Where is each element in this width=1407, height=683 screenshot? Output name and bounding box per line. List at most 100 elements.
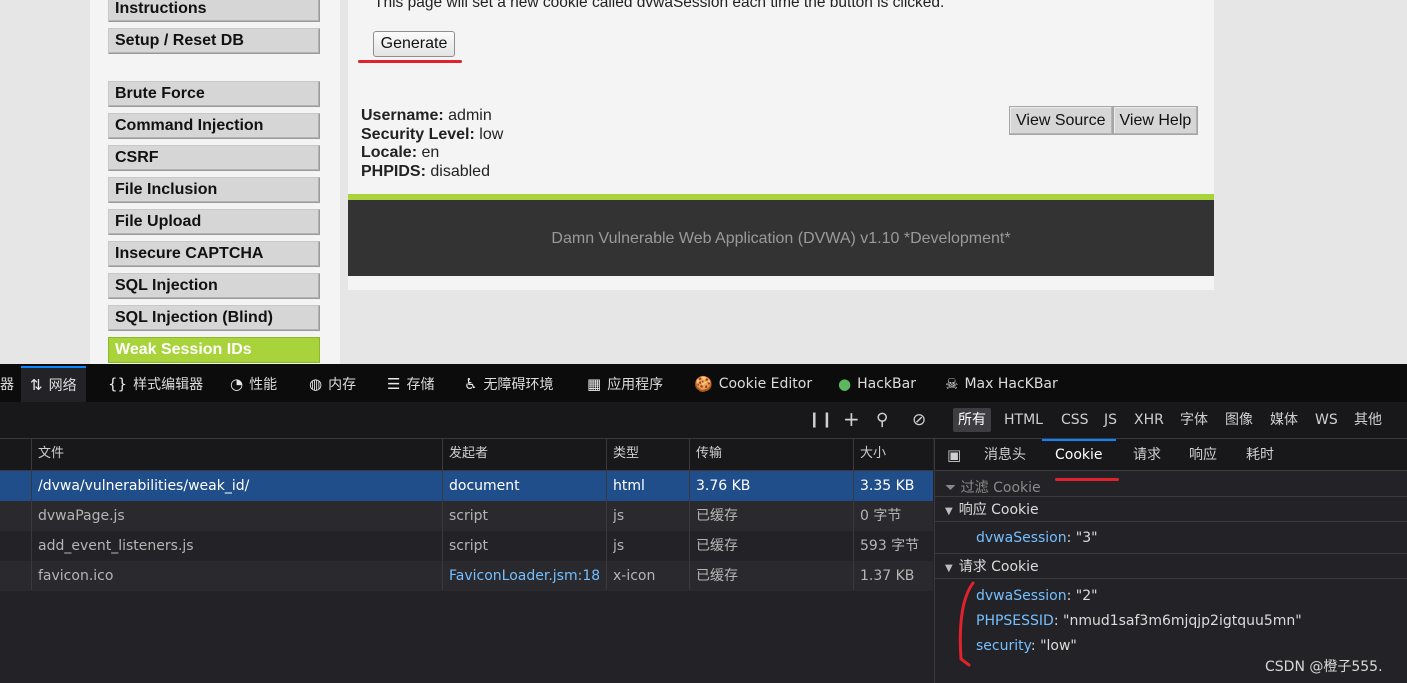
phpids-value: disabled <box>430 162 490 180</box>
filter-media[interactable]: 媒体 <box>1265 408 1303 432</box>
toggle-sidebar-icon[interactable]: ▣ <box>943 439 965 471</box>
cookie-filter-input[interactable]: ⏷ 过滤 Cookie <box>945 477 1041 497</box>
column-divider <box>442 439 443 590</box>
menu-item-command-injection[interactable]: Command Injection <box>108 113 320 139</box>
tab-performance[interactable]: ◔ 性能 <box>230 366 277 402</box>
storage-icon: ☰ <box>387 375 401 393</box>
response-cookie-section[interactable]: ▼ 响应 Cookie <box>935 496 1407 522</box>
locale-row: Locale: en <box>361 144 440 161</box>
skull-icon: ☠ <box>945 375 959 393</box>
filter-all[interactable]: 所有 <box>953 408 991 432</box>
table-row[interactable]: dvwaPage.js script js 已缓存 0 字节 <box>0 501 933 531</box>
menu-item-insecure-captcha[interactable]: Insecure CAPTCHA <box>108 241 320 267</box>
column-type[interactable]: 类型 <box>613 439 639 469</box>
column-divider <box>31 439 32 590</box>
column-divider <box>853 439 854 590</box>
tab-headers[interactable]: 消息头 <box>980 439 1030 471</box>
generate-button[interactable]: Generate <box>373 31 455 57</box>
column-transfer[interactable]: 传输 <box>696 439 722 469</box>
menu-item-sql-injection[interactable]: SQL Injection <box>108 273 320 299</box>
filter-html[interactable]: HTML <box>999 408 1048 432</box>
filter-ws[interactable]: WS <box>1310 408 1343 432</box>
security-row: Security Level: low <box>361 125 504 143</box>
dvwa-page: Instructions Setup / Reset DB Brute Forc… <box>0 0 1407 364</box>
grid-icon: ▦ <box>587 375 602 393</box>
column-divider <box>606 439 607 590</box>
tab-network[interactable]: ⇅ 网络 <box>21 366 86 402</box>
footer-text: Damn Vulnerable Web Application (DVWA) v… <box>551 230 1011 247</box>
table-row[interactable]: /dvwa/vulnerabilities/weak_id/ document … <box>0 471 933 501</box>
username-row: Username: admin <box>361 107 492 124</box>
column-divider <box>689 439 690 590</box>
clear-icon[interactable]: ⊘ <box>912 410 926 430</box>
table-header: 文件 发起者 类型 传输 大小 <box>0 439 933 471</box>
braces-icon: {} <box>108 375 128 393</box>
expand-triangle-icon: ▼ <box>945 563 953 574</box>
menu-item-setup-reset-db[interactable]: Setup / Reset DB <box>108 28 320 54</box>
table-row[interactable]: favicon.ico FaviconLoader.jsm:18... x-ic… <box>0 561 933 591</box>
search-icon[interactable]: ⚲ <box>876 410 888 430</box>
filter-funnel-icon: ⏷ <box>945 480 957 496</box>
initiator-link[interactable]: FaviconLoader.jsm:18... <box>449 561 599 591</box>
tab-request[interactable]: 请求 <box>1129 439 1165 471</box>
menu-item-brute-force[interactable]: Brute Force <box>108 81 320 107</box>
tab-hackbar[interactable]: ● HackBar <box>838 366 916 402</box>
filter-image[interactable]: 图像 <box>1220 408 1258 432</box>
tab-style-editor[interactable]: {} 样式编辑器 <box>108 366 203 402</box>
table-row[interactable]: add_event_listeners.js script js 已缓存 593… <box>0 531 933 561</box>
tab-accessibility[interactable]: ♿ 无障碍环境 <box>464 366 553 402</box>
hackbar-logo-icon: ● <box>838 375 852 393</box>
tab-cookie-editor[interactable]: 🍪 Cookie Editor <box>694 366 812 402</box>
tab-memory[interactable]: ◍ 内存 <box>309 366 356 402</box>
locale-value: en <box>421 144 440 161</box>
column-file[interactable]: 文件 <box>38 439 64 469</box>
tab-max-hackbar[interactable]: ☠ Max HacKBar <box>945 366 1058 402</box>
tab-cookie[interactable]: Cookie <box>1042 439 1116 471</box>
pause-icon[interactable]: ❙❙ <box>808 410 833 428</box>
column-initiator[interactable]: 发起者 <box>449 439 488 469</box>
gauge-icon: ◔ <box>230 375 244 393</box>
filter-xhr[interactable]: XHR <box>1129 408 1169 432</box>
filter-js[interactable]: JS <box>1099 408 1122 432</box>
devtools-tabbar: 器 ⇅ 网络 {} 样式编辑器 ◔ 性能 ◍ 内存 ☰ 存储 ♿ 无障碍环境 ▦ 应用程序 🍪… <box>0 366 1407 402</box>
user-info: Username: admin Security Level: low Loca… <box>361 107 503 181</box>
filter-css[interactable]: CSS <box>1056 408 1094 432</box>
view-help-button[interactable]: View Help <box>1112 106 1199 135</box>
tab-response[interactable]: 响应 <box>1185 439 1221 471</box>
details-tabbar: ▣ 消息头 Cookie 请求 响应 耗时 <box>935 439 1407 471</box>
menu-item-weak-session-ids[interactable]: Weak Session IDs <box>108 337 320 363</box>
menu-item-file-upload[interactable]: File Upload <box>108 209 320 235</box>
main-content: This page will set a new cookie called d… <box>348 0 1214 290</box>
cookie-entry[interactable]: security: "low" <box>976 636 1077 656</box>
details-sidebar: ▣ 消息头 Cookie 请求 响应 耗时 ⏷ 过滤 Cookie ▼ 响应 Co… <box>934 439 1407 683</box>
annotation-bracket <box>958 581 975 667</box>
tab-inspector[interactable]: 器 <box>0 366 14 402</box>
annotation-underline <box>358 60 462 63</box>
cookie-entry[interactable]: PHPSESSID: "nmud1saf3m6mjqjp2igtquu5mn" <box>976 611 1302 631</box>
filter-font[interactable]: 字体 <box>1175 408 1213 432</box>
username-value: admin <box>448 107 492 124</box>
intro-text: This page will set a new cookie called d… <box>374 0 945 11</box>
filter-other[interactable]: 其他 <box>1349 408 1387 432</box>
tab-application[interactable]: ▦ 应用程序 <box>587 366 663 402</box>
menu-item-csrf[interactable]: CSRF <box>108 145 320 171</box>
annotation-underline <box>1055 478 1119 481</box>
menu-item-instructions[interactable]: Instructions <box>108 0 320 22</box>
network-arrows-icon: ⇅ <box>30 376 43 394</box>
footer: Damn Vulnerable Web Application (DVWA) v… <box>348 194 1214 276</box>
devtools-panel: 器 ⇅ 网络 {} 样式编辑器 ◔ 性能 ◍ 内存 ☰ 存储 ♿ 无障碍环境 ▦ 应用程序 🍪… <box>0 364 1407 683</box>
menu-item-sql-injection-blind[interactable]: SQL Injection (Blind) <box>108 305 320 331</box>
phpids-row: PHPIDS: disabled <box>361 162 490 180</box>
request-cookie-section[interactable]: ▼ 请求 Cookie <box>935 553 1407 579</box>
expand-triangle-icon: ▼ <box>945 506 953 517</box>
cookie-entry[interactable]: dvwaSession: "2" <box>976 586 1098 606</box>
plus-icon[interactable]: + <box>843 407 860 431</box>
column-size[interactable]: 大小 <box>860 439 886 469</box>
cookie-entry[interactable]: dvwaSession: "3" <box>976 528 1098 548</box>
menu-item-file-inclusion[interactable]: File Inclusion <box>108 177 320 203</box>
request-table: 文件 发起者 类型 传输 大小 /dvwa/vulnerabilities/we… <box>0 439 933 683</box>
tab-timings[interactable]: 耗时 <box>1242 439 1278 471</box>
view-source-button[interactable]: View Source <box>1009 106 1113 135</box>
accessibility-icon: ♿ <box>464 375 478 393</box>
tab-storage[interactable]: ☰ 存储 <box>387 366 434 402</box>
